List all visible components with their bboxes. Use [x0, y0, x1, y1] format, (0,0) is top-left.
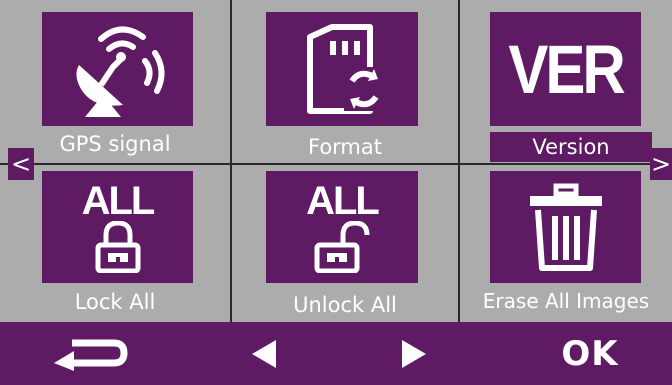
menu-item-label: Unlock All	[293, 293, 397, 317]
menu-item-gps-signal[interactable]: GPS signal	[0, 0, 230, 163]
menu-grid: GPS signal Format VER Version ALL Lock A…	[0, 0, 672, 322]
menu-item-label: Format	[307, 135, 382, 159]
left-button[interactable]	[228, 322, 298, 385]
version-icon-text: VER	[508, 30, 625, 108]
menu-item-label: Lock All	[74, 290, 156, 314]
next-page-button[interactable]: >	[650, 148, 672, 180]
ok-label: OK	[561, 333, 619, 374]
lock-all-icon: ALL	[42, 171, 193, 283]
trash-icon	[490, 171, 641, 283]
menu-item-lock-all[interactable]: ALL Lock All	[0, 165, 230, 322]
menu-item-erase-all-images[interactable]: Erase All Images	[460, 165, 672, 322]
menu-item-label: Version	[490, 132, 652, 162]
triangle-left-icon	[252, 339, 276, 368]
triangle-right-icon	[402, 339, 426, 368]
sd-card-format-icon	[266, 12, 418, 126]
lock-all-icon-text: ALL	[81, 179, 156, 223]
back-button[interactable]	[40, 322, 140, 385]
ok-button[interactable]: OK	[540, 322, 640, 385]
menu-item-label: Erase All Images	[482, 289, 650, 313]
menu-item-format[interactable]: Format	[232, 0, 458, 163]
satellite-dish-icon	[42, 12, 193, 126]
menu-item-unlock-all[interactable]: ALL Unlock All	[232, 165, 458, 322]
unlock-all-icon: ALL	[266, 171, 418, 283]
menu-item-label: GPS signal	[59, 132, 171, 156]
unlock-all-icon-text: ALL	[306, 179, 380, 223]
bottom-toolbar: OK	[0, 322, 672, 385]
return-arrow-icon	[54, 339, 128, 371]
previous-page-button[interactable]: <	[8, 148, 34, 180]
right-button[interactable]	[380, 322, 450, 385]
version-icon: VER	[490, 12, 641, 126]
menu-item-version[interactable]: VER Version	[460, 0, 672, 163]
